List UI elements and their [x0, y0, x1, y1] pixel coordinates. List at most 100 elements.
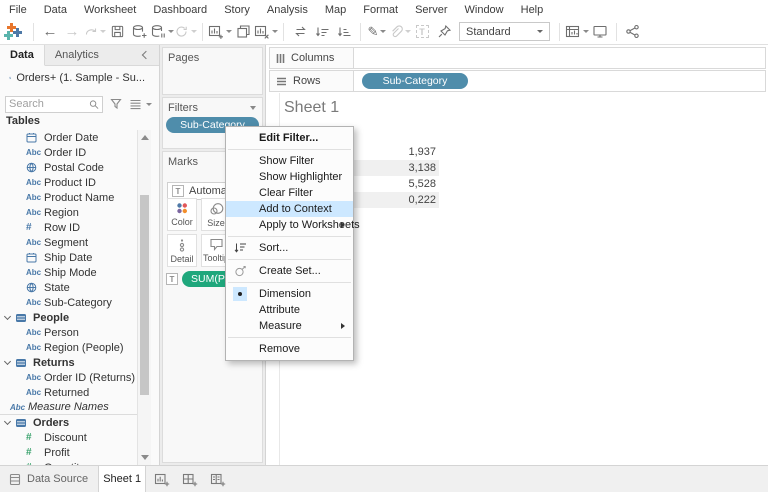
- menu-worksheet[interactable]: Worksheet: [84, 4, 136, 16]
- menu-story[interactable]: Story: [224, 4, 250, 16]
- menu-data[interactable]: Data: [44, 4, 67, 16]
- view-options-icon[interactable]: [129, 99, 142, 110]
- marks-detail-button[interactable]: Detail: [167, 234, 197, 267]
- scroll-up-icon[interactable]: [141, 135, 149, 140]
- field-region[interactable]: Abc Region: [0, 205, 137, 220]
- menu-server[interactable]: Server: [415, 4, 447, 16]
- scroll-down-icon[interactable]: [141, 455, 149, 460]
- new-story-button[interactable]: [206, 468, 230, 490]
- field-row-id[interactable]: # Row ID: [0, 220, 137, 235]
- field-ship-mode[interactable]: Abc Ship Mode: [0, 265, 137, 280]
- field-order-date[interactable]: Order Date: [0, 130, 137, 145]
- pause-updates-button[interactable]: [150, 21, 174, 43]
- menu-item-edit-filter[interactable]: Edit Filter...: [226, 130, 353, 146]
- menu-item-add-to-context[interactable]: Add to Context: [226, 201, 353, 217]
- group-members-button[interactable]: [388, 21, 411, 43]
- sort-ascending-button[interactable]: [311, 21, 333, 43]
- field-profit[interactable]: # Profit: [0, 445, 137, 460]
- field-postal-code[interactable]: Postal Code: [0, 160, 137, 175]
- tab-data[interactable]: Data: [0, 45, 45, 66]
- sort-descending-button[interactable]: [333, 21, 355, 43]
- refresh-button[interactable]: [174, 21, 197, 43]
- menu-format[interactable]: Format: [363, 4, 398, 16]
- data-source-tab[interactable]: Data Source: [0, 466, 98, 492]
- search-row: [0, 95, 159, 113]
- replay-button[interactable]: [83, 21, 106, 43]
- swap-rows-columns-button[interactable]: [289, 21, 311, 43]
- menu-window[interactable]: Window: [465, 4, 504, 16]
- tableau-logo-button[interactable]: [4, 21, 28, 43]
- columns-shelf[interactable]: Columns: [269, 47, 766, 69]
- search-input[interactable]: [9, 98, 89, 110]
- add-datasource-button[interactable]: [128, 21, 150, 43]
- menu-map[interactable]: Map: [325, 4, 346, 16]
- forward-button[interactable]: →: [61, 21, 83, 43]
- highlight-button[interactable]: ✎: [366, 21, 388, 43]
- status-bar: Data Source Sheet 1: [0, 465, 768, 492]
- menu-item-measure[interactable]: Measure: [226, 318, 353, 334]
- rows-pill-sub-category[interactable]: Sub-Category: [362, 73, 468, 89]
- sheet-tab-sheet1[interactable]: Sheet 1: [98, 466, 147, 492]
- new-dashboard-button[interactable]: [178, 468, 202, 490]
- table-group-orders[interactable]: Orders: [0, 415, 137, 430]
- new-worksheet-button[interactable]: [150, 468, 174, 490]
- abc-icon: Abc: [26, 328, 42, 337]
- chevron-down-icon[interactable]: [250, 106, 256, 110]
- filter-funnel-icon[interactable]: [110, 98, 122, 110]
- field-region-people[interactable]: Abc Region (People): [0, 340, 137, 355]
- menu-item-clear-filter[interactable]: Clear Filter: [226, 185, 353, 201]
- back-button[interactable]: ←: [39, 21, 61, 43]
- duplicate-sheet-button[interactable]: [232, 21, 254, 43]
- tab-analytics[interactable]: Analytics: [45, 45, 109, 66]
- menu-item-show-highlighter[interactable]: Show Highlighter: [226, 169, 353, 185]
- show-me-button[interactable]: [565, 21, 589, 43]
- table-group-people[interactable]: People: [0, 310, 137, 325]
- field-product-id[interactable]: Abc Product ID: [0, 175, 137, 190]
- abc-icon: Abc: [26, 268, 42, 277]
- menu-item-apply-to-worksheets[interactable]: Apply to Worksheets: [226, 217, 360, 233]
- table-group-returns[interactable]: Returns: [0, 355, 137, 370]
- field-discount[interactable]: # Discount: [0, 430, 137, 445]
- rows-shelf[interactable]: Rows Sub-Category: [269, 70, 766, 92]
- menu-item-show-filter[interactable]: Show Filter: [226, 153, 353, 169]
- field-returned[interactable]: Abc Returned: [0, 385, 137, 400]
- datasource-item[interactable]: Orders+ (1. Sample - Su...: [0, 67, 145, 89]
- marks-color-button[interactable]: Color: [167, 198, 197, 231]
- view-size-select[interactable]: Standard: [459, 22, 550, 41]
- presentation-mode-button[interactable]: [589, 21, 611, 43]
- pages-card[interactable]: Pages: [162, 47, 263, 95]
- chevron-down-icon[interactable]: [146, 102, 152, 106]
- show-mark-labels-button[interactable]: T: [411, 21, 433, 43]
- new-worksheet-button[interactable]: [208, 21, 232, 43]
- menu-analysis[interactable]: Analysis: [267, 4, 308, 16]
- menu-dashboard[interactable]: Dashboard: [153, 4, 207, 16]
- menu-item-remove[interactable]: Remove: [226, 341, 353, 357]
- chevron-down-icon[interactable]: [3, 312, 12, 321]
- sheet-value-cell: 5,528: [408, 178, 436, 190]
- field-product-name[interactable]: Abc Product Name: [0, 190, 137, 205]
- share-button[interactable]: [622, 21, 644, 43]
- chevron-down-icon[interactable]: [3, 417, 12, 426]
- menu-item-create-set[interactable]: Create Set...: [226, 263, 353, 279]
- field-order-id-returns[interactable]: Abc Order ID (Returns): [0, 370, 137, 385]
- collapse-pane-icon[interactable]: [141, 50, 151, 60]
- clear-sheet-button[interactable]: [254, 21, 278, 43]
- menu-help[interactable]: Help: [521, 4, 544, 16]
- field-state[interactable]: State: [0, 280, 137, 295]
- field-segment[interactable]: Abc Segment: [0, 235, 137, 250]
- menu-item-attribute[interactable]: Attribute: [226, 302, 353, 318]
- menu-item-sort[interactable]: Sort...: [226, 240, 353, 256]
- chevron-down-icon[interactable]: [3, 357, 12, 366]
- fix-axes-button[interactable]: [433, 21, 455, 43]
- menu-file[interactable]: File: [9, 4, 27, 16]
- fields-scrollbar[interactable]: [137, 130, 151, 465]
- save-button[interactable]: [106, 21, 128, 43]
- menu-item-dimension[interactable]: Dimension: [226, 286, 353, 302]
- field-sub-category[interactable]: Abc Sub-Category: [0, 295, 137, 310]
- scrollbar-thumb[interactable]: [140, 195, 149, 395]
- field-order-id[interactable]: Abc Order ID: [0, 145, 137, 160]
- field-person[interactable]: Abc Person: [0, 325, 137, 340]
- field-measure-names[interactable]: Abc Measure Names: [0, 400, 137, 415]
- data-pane: Data Analytics Orders+ (1. Sample - Su..…: [0, 45, 160, 465]
- field-ship-date[interactable]: Ship Date: [0, 250, 137, 265]
